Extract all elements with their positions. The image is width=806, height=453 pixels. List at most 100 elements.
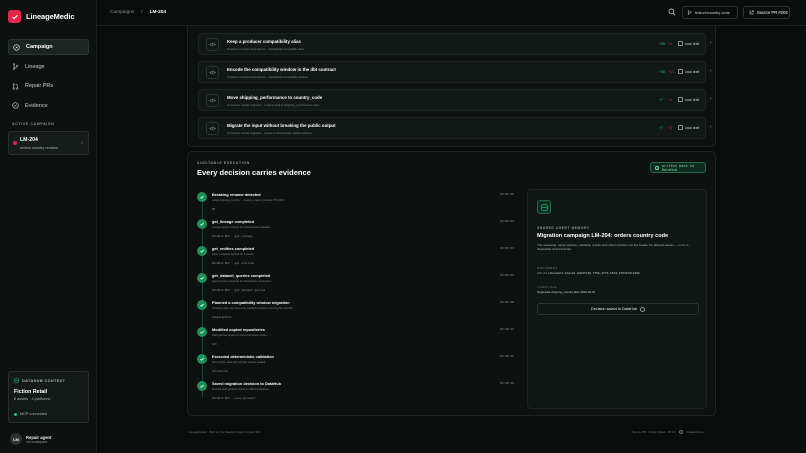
active-campaign-card[interactable]: LM-204 orders country rename ›	[8, 131, 89, 155]
additions-count: +98	[659, 70, 665, 74]
step-title: Move shipping_performance to country_cod…	[227, 95, 323, 100]
timeline-item[interactable]: get_dataset_queries completed Query hist…	[197, 270, 514, 297]
datahub-context-header: DATAHUB CONTEXT	[14, 378, 65, 383]
step-desc: Consumer model migration · preserve down…	[227, 131, 312, 135]
check-icon	[197, 192, 207, 202]
timeline-item[interactable]: get_entities completed Entity metadata f…	[197, 243, 514, 270]
git-branch-icon	[13, 63, 19, 70]
brand-mark-icon	[8, 10, 21, 23]
code-icon: </>	[206, 122, 219, 135]
timeline-desc: Query history inspected for downstream c…	[212, 280, 272, 283]
timeline-item[interactable]: Modified copied repositories Draft patch…	[197, 324, 514, 351]
git-branch-icon	[687, 10, 692, 15]
timeline-tag: Validation	[212, 369, 229, 373]
document-urn: urn:li:document:shared-6da9f120-7f9b-4f7…	[537, 271, 640, 275]
repair-step[interactable]: </> Keep a producer compatibility alias …	[198, 33, 712, 55]
draft-icon	[678, 125, 683, 130]
branch-selector[interactable]: feature/country-code	[682, 6, 738, 19]
sidebar: LineageMedic Campaign Lineage Repair PRs…	[0, 0, 97, 453]
decision-saved-button[interactable]: Decision saved to DataHub	[537, 303, 699, 315]
repair-step[interactable]: </> Move shipping_performance to country…	[198, 89, 712, 111]
search-icon[interactable]	[668, 8, 676, 16]
active-campaign-label: ACTIVE CAMPAIGN	[12, 122, 55, 126]
timeline-item[interactable]: Executed deterministic validation dbt co…	[197, 351, 514, 378]
check-icon	[197, 327, 207, 337]
status-badge: local draft	[678, 125, 699, 130]
sidebar-item-label: Repair PRs	[25, 83, 54, 89]
timeline-tag: PR	[212, 207, 216, 211]
breadcrumb-current: LM-204	[149, 10, 167, 15]
status-icon	[679, 430, 684, 434]
agent-role: via workspace	[26, 439, 48, 444]
campaign-name: orders country rename	[20, 145, 59, 150]
datahub-status-link[interactable]: DataHub live	[687, 430, 704, 434]
evidence-title: Every decision carries evidence	[197, 168, 311, 177]
database-icon	[14, 378, 19, 383]
status-badge: local draft	[678, 41, 699, 46]
database-icon	[537, 200, 551, 214]
timeline-title: Planned a compatibility window migration	[212, 300, 290, 305]
brand-logo[interactable]: LineageMedic	[8, 10, 75, 23]
repair-step[interactable]: </> Migrate the input without breaking t…	[198, 117, 712, 139]
timeline-title: Breaking rename detected	[212, 192, 261, 197]
draft-icon	[678, 69, 683, 74]
timeline-title: get_dataset_queries completed	[212, 273, 271, 278]
topbar: Campaigns / LM-204 feature/country-code …	[97, 0, 806, 26]
breadcrumb: Campaigns / LM-204	[110, 10, 166, 15]
timeline-tag: CampaignPlan	[212, 315, 232, 319]
check-circle-icon	[655, 165, 659, 170]
sidebar-item-label: Evidence	[25, 102, 48, 109]
deletions-count: −6	[668, 42, 672, 46]
lifecycle-value: Deprecate shipping_country after 2026-09…	[537, 290, 596, 294]
timeline-title: Modified copied repositories	[212, 327, 265, 332]
timeline-desc: Decision and evidence linked to affected…	[212, 388, 269, 391]
timeline-desc: Entity metadata fetched for 6 assets	[212, 253, 254, 256]
timeline-item[interactable]: Breaking rename detected orders.shipping…	[197, 189, 514, 216]
sidebar-item-evidence[interactable]: Evidence	[8, 98, 89, 114]
sidebar-item-repair-prs[interactable]: Repair PRs	[8, 78, 89, 94]
timeline-tag: DataHub MCP · get_dataset_queries	[212, 288, 266, 292]
agent-profile[interactable]: LM Repair agent via workspace	[10, 433, 51, 445]
timeline-item[interactable]: Planned a compatibility window migration…	[197, 297, 514, 324]
external-link-icon	[749, 10, 754, 15]
timeline-desc: Draft patches applied to local workspace…	[212, 334, 267, 337]
check-icon	[197, 381, 207, 391]
chevron-right-icon: ›	[81, 140, 83, 146]
breadcrumb-campaigns[interactable]: Campaigns	[110, 10, 134, 15]
step-title: Migrate the input without breaking the p…	[227, 123, 336, 128]
check-icon	[197, 354, 207, 364]
memory-kicker: SHARED AGENT MEMORY	[537, 226, 590, 230]
sidebar-item-lineage[interactable]: Lineage	[8, 59, 89, 75]
check-icon	[197, 246, 207, 256]
timeline-item[interactable]: get_lineage completed Lineage graph reso…	[197, 216, 514, 243]
code-icon: </>	[206, 66, 219, 79]
sidebar-item-campaign[interactable]: Campaign	[8, 39, 89, 55]
timeline-time: 09:00:03	[500, 246, 514, 250]
sidebar-item-label: Lineage	[25, 63, 45, 70]
timeline-time: 09:00:15	[500, 354, 514, 358]
datahub-context-card: DATAHUB CONTEXT Fiction Retail 6 assets …	[8, 371, 89, 423]
timeline-item[interactable]: Saved migration decision to DataHub Deci…	[197, 378, 514, 405]
check-icon	[197, 219, 207, 229]
info-icon	[640, 306, 645, 312]
timeline-time: 09:00:02	[500, 219, 514, 223]
branch-name: feature/country-code	[695, 10, 730, 15]
timeline-tag: DataHub MCP · get_entities	[212, 261, 255, 265]
deletions-count: −3	[668, 98, 672, 102]
lifecycle-label: LIFECYCLE	[537, 285, 557, 289]
written-back-button[interactable]: written back to DataHub	[650, 162, 706, 173]
connected-dot-icon	[14, 412, 17, 416]
chevron-right-icon: ›	[710, 96, 712, 102]
repair-step[interactable]: </> Encode the compatibility window in t…	[198, 61, 712, 83]
agent-name: Repair agent	[26, 434, 52, 440]
step-title: Encode the compatibility window in the d…	[227, 67, 336, 72]
memory-description: The reasoning, repair patches, validatio…	[537, 243, 689, 252]
timeline-title: Executed deterministic validation	[212, 354, 274, 359]
shared-memory-card: SHARED AGENT MEMORY Migration campaign L…	[527, 189, 707, 409]
source-pr-button[interactable]: Source PR #204	[743, 6, 790, 19]
timeline-title: get_entities completed	[212, 246, 255, 251]
timeline-time: 09:00:12	[500, 327, 514, 331]
timeline-tag: DataHub MCP · save_document	[212, 396, 256, 400]
step-desc: Consumer model migration · rename field …	[227, 103, 320, 107]
sidebar-item-label: Campaign	[26, 44, 53, 50]
